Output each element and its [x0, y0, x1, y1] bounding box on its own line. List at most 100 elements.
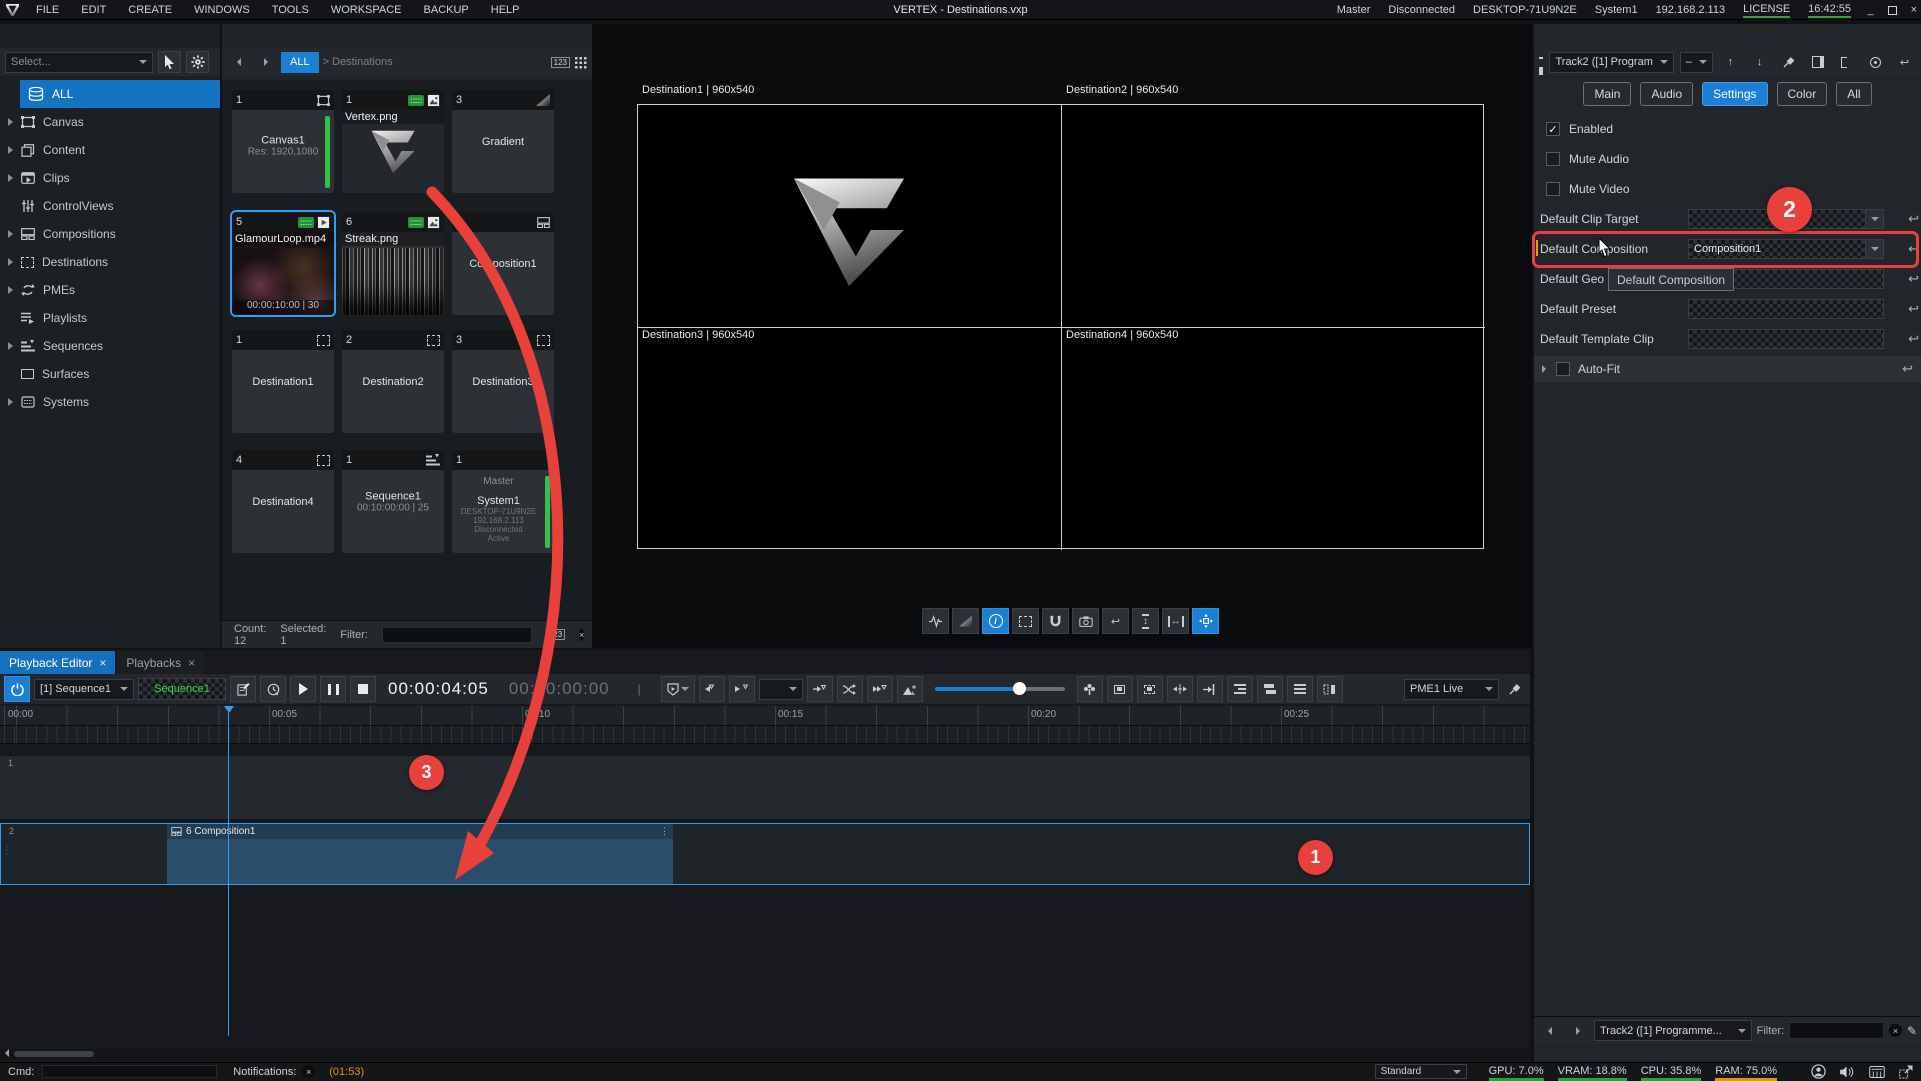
tab-playbacks[interactable]: Playbacks×	[117, 651, 204, 674]
breadcrumb-root[interactable]: ALL	[281, 52, 319, 73]
edit-pencil-icon[interactable]: ✎	[1907, 1024, 1917, 1038]
expand-clips-button[interactable]	[1167, 676, 1193, 702]
scroll-left-icon[interactable]	[5, 1049, 9, 1057]
sidebar-item-pmes[interactable]: PMEs	[0, 276, 220, 304]
cue-select-dropdown[interactable]	[759, 679, 803, 700]
gradient-check-button[interactable]	[952, 608, 979, 634]
reset-view-button[interactable]: ↩	[1102, 608, 1129, 634]
tile-streak-png[interactable]: 6 Streak.png	[342, 212, 444, 315]
nav-up-button[interactable]: ↑	[1719, 51, 1742, 73]
settings-gear-button[interactable]	[186, 51, 209, 73]
grid-view-icon[interactable]	[574, 56, 587, 69]
menu-create[interactable]: CREATE	[117, 4, 183, 16]
fit-horizontal-button[interactable]: ↔	[1162, 608, 1189, 634]
preview-thumbnails-button[interactable]	[897, 676, 923, 702]
expander-icon[interactable]	[8, 342, 13, 350]
panel-layout-button[interactable]	[1806, 51, 1829, 73]
insert-mode-button[interactable]	[1317, 676, 1343, 702]
pin-panel-button[interactable]	[1503, 678, 1526, 700]
expander-icon[interactable]	[8, 258, 13, 266]
sidebar-item-compositions[interactable]: Compositions	[0, 220, 220, 248]
prev-target-button[interactable]	[1538, 1020, 1561, 1042]
inspector-target-dropdown[interactable]: Track2 ([1] Program	[1549, 52, 1673, 73]
reset-icon[interactable]: ↩	[1908, 211, 1919, 227]
tab-playback-editor[interactable]: Playback Editor×	[0, 651, 115, 674]
tab-color[interactable]: Color	[1777, 82, 1828, 106]
playback-power-button[interactable]	[4, 676, 30, 702]
edit-sequence-button[interactable]	[230, 676, 256, 702]
goto-cue-button[interactable]	[807, 676, 833, 702]
play-button[interactable]	[290, 676, 316, 702]
checkbox-checked[interactable]: ✓	[1546, 122, 1560, 136]
multi-select-button[interactable]	[1835, 51, 1858, 73]
next-cue-button[interactable]	[729, 676, 755, 702]
prop-enabled[interactable]: ✓ Enabled	[1546, 118, 1613, 140]
sidebar-item-sequences[interactable]: Sequences	[0, 332, 220, 360]
slider-knob[interactable]	[1013, 682, 1026, 695]
notifications-clear-icon[interactable]: ×	[302, 1065, 315, 1078]
tile-gradient[interactable]: 3 Gradient	[452, 90, 554, 193]
close-button[interactable]: ×	[1911, 4, 1917, 16]
prop-mute-video[interactable]: Mute Video	[1546, 178, 1630, 200]
align-stack-button[interactable]	[1257, 676, 1283, 702]
goto-end-button[interactable]	[1197, 676, 1223, 702]
tile-sequence1[interactable]: 1 Sequence100:10:00:00 | 25	[342, 450, 444, 553]
sidebar-item-clips[interactable]: Clips	[0, 164, 220, 192]
timeline-hscrollbar[interactable]	[0, 1049, 1530, 1059]
clear-filter-icon[interactable]: ×	[579, 628, 584, 641]
playhead-line[interactable]	[228, 706, 229, 1036]
scale-toggle-icon[interactable]	[1899, 1065, 1913, 1079]
screenshot-button[interactable]	[1072, 608, 1099, 634]
next-target-button[interactable]	[1566, 1020, 1589, 1042]
inspector-filter-input[interactable]	[1789, 1022, 1884, 1039]
nav-back-button[interactable]	[227, 51, 250, 73]
sidebar-item-destinations[interactable]: Destinations	[0, 248, 220, 276]
inspector-mode-dropdown[interactable]: –	[1680, 52, 1713, 73]
preset-field[interactable]	[1688, 299, 1884, 319]
prev-cue-button[interactable]	[699, 676, 725, 702]
cue-mode-dropdown[interactable]	[661, 676, 695, 702]
tile-destination1[interactable]: 1 Destination1	[232, 330, 334, 433]
numbers-toggle-icon[interactable]: 123	[551, 57, 570, 68]
expander-icon[interactable]	[8, 174, 13, 182]
footer-target-dropdown[interactable]: Track2 ([1] Programme...	[1594, 1020, 1752, 1041]
flower-tool-button[interactable]	[1077, 676, 1103, 702]
pause-button[interactable]	[320, 676, 346, 702]
refresh-button[interactable]: ↩	[1893, 51, 1916, 73]
zoom-slider[interactable]	[935, 687, 1065, 691]
menu-help[interactable]: HELP	[480, 4, 531, 16]
shuffle-button[interactable]	[837, 676, 863, 702]
stop-button[interactable]	[350, 676, 376, 702]
close-icon[interactable]: ×	[188, 656, 195, 670]
menu-backup[interactable]: BACKUP	[413, 4, 480, 16]
info-overlay-button[interactable]: i	[982, 608, 1009, 634]
checkbox-unchecked[interactable]	[1546, 182, 1560, 196]
sidebar-item-systems[interactable]: Systems	[0, 388, 220, 416]
timeline-track-1[interactable]: 1	[0, 756, 1530, 821]
tab-settings[interactable]: Settings	[1702, 82, 1767, 106]
track-drag-handle[interactable]: ⋮	[2, 845, 10, 856]
expander-icon[interactable]	[8, 398, 13, 406]
align-rows-button[interactable]	[1287, 676, 1313, 702]
sidebar-item-canvas[interactable]: Canvas	[0, 108, 220, 136]
timecode-settings-button[interactable]	[260, 676, 286, 702]
reset-icon[interactable]: ↩	[1908, 331, 1919, 347]
pme-live-dropdown[interactable]: PME1 Live	[1404, 679, 1499, 700]
menu-workspace[interactable]: WORKSPACE	[320, 4, 413, 16]
clip-resize-handle[interactable]: ⋮	[660, 826, 669, 837]
fit-vertical-button[interactable]: ↕	[1132, 608, 1159, 634]
sidebar-item-content[interactable]: Content	[0, 136, 220, 164]
tile-composition1[interactable]: 1 Composition1	[452, 212, 554, 315]
expander-icon[interactable]	[8, 118, 13, 126]
nav-forward-button[interactable]	[254, 51, 277, 73]
midi-keyboard-icon[interactable]	[1869, 1066, 1885, 1078]
tab-audio[interactable]: Audio	[1640, 82, 1693, 106]
library-filter-input[interactable]	[382, 627, 532, 643]
pin-inspector-button[interactable]	[1777, 51, 1800, 73]
tile-destination2[interactable]: 2 Destination2	[342, 330, 444, 433]
scroll-thumb[interactable]	[14, 1051, 94, 1057]
magnet-snap-button[interactable]	[1042, 608, 1069, 634]
tile-system1[interactable]: 1 Master System1 DESKTOP-71U9N2E 192.168…	[452, 450, 554, 553]
prop-autofit-group[interactable]: Auto-Fit ↩	[1534, 356, 1921, 382]
tile-destination4[interactable]: 4 Destination4	[232, 450, 334, 553]
